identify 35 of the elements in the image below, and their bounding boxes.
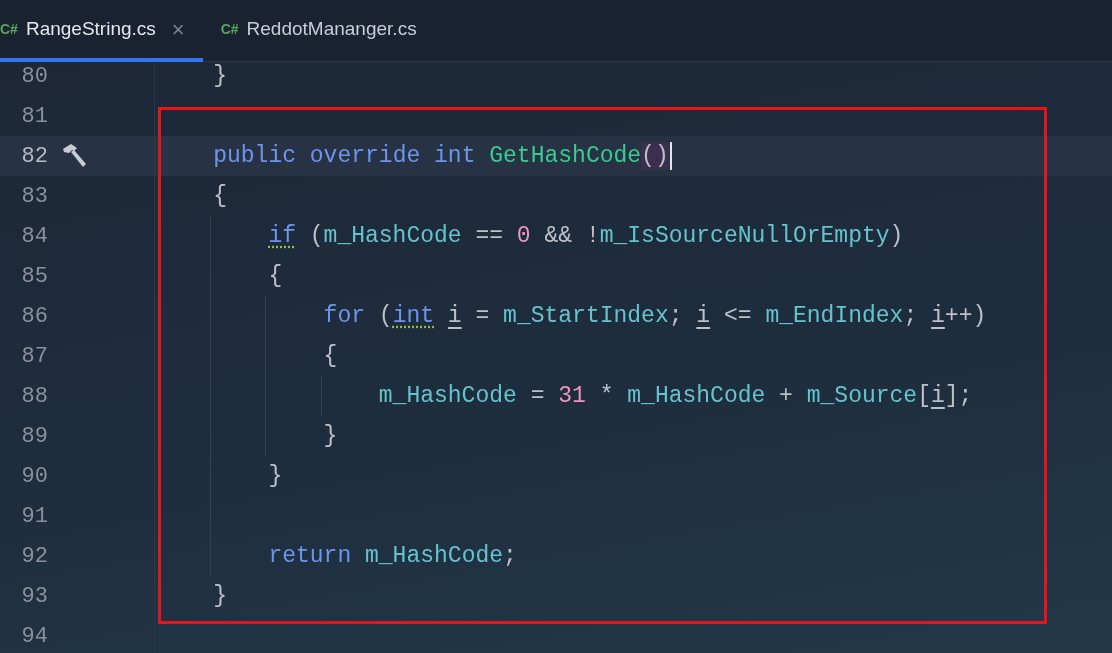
code-line: { — [212, 181, 227, 211]
line-number: 90 — [20, 462, 48, 491]
code-line: { — [267, 261, 283, 291]
line-number: 92 — [20, 542, 48, 571]
code-line: } — [322, 421, 338, 451]
line-number: 84 — [20, 222, 48, 251]
tab-label: ReddotMananger.cs — [246, 16, 417, 41]
line-number: 85 — [20, 262, 48, 291]
line-number: 82 — [20, 142, 48, 171]
code-line: return m_HashCode; — [267, 541, 517, 571]
line-number: 94 — [20, 622, 48, 651]
line-number: 80 — [20, 62, 48, 91]
code-line: } — [212, 581, 227, 611]
line-number: 81 — [20, 102, 48, 131]
code-line: } — [212, 62, 227, 91]
csharp-icon: C# — [0, 18, 18, 40]
line-number: 89 — [20, 422, 48, 451]
line-number: 93 — [20, 582, 48, 611]
code-editor[interactable] — [0, 62, 1112, 653]
code-line: if (m_HashCode == 0 && !m_IsSourceNullOrEmpty) — [267, 221, 904, 251]
line-number: 87 — [20, 342, 48, 371]
code-line: m_HashCode = 31 * m_HashCode + m_Source[i]; — [377, 381, 973, 411]
code-line: { — [322, 341, 338, 371]
file-tab[interactable]: C# ReddotMananger.cs — [202, 0, 435, 62]
line-number: 88 — [20, 382, 48, 411]
line-number: 86 — [20, 302, 48, 331]
tab-label: RangeString.cs — [25, 16, 156, 41]
code-line: public override int GetHashCode() — [212, 141, 669, 171]
code-line: } — [267, 461, 283, 491]
csharp-icon: C# — [220, 18, 239, 40]
code-line: for (int i = m_StartIndex; i <= m_EndIndex; i++) — [322, 301, 987, 331]
line-number: 83 — [20, 182, 48, 211]
line-number: 91 — [20, 502, 48, 531]
close-icon[interactable]: × — [171, 12, 185, 46]
hammer-icon[interactable] — [60, 143, 88, 169]
